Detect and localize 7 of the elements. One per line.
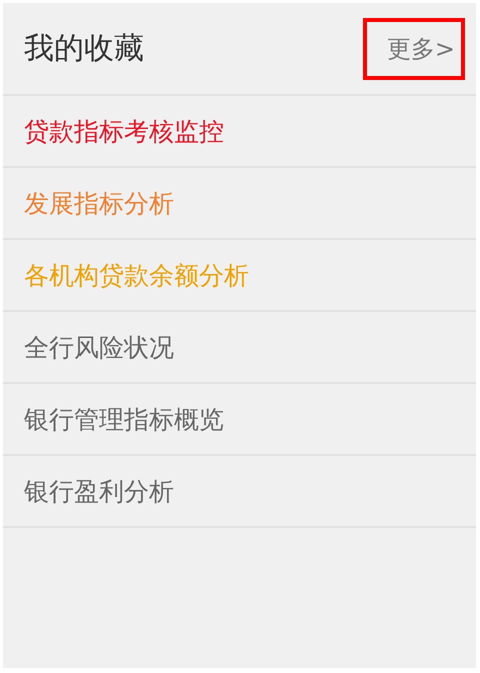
more-link[interactable]: 更多> bbox=[362, 18, 465, 80]
favorite-item[interactable]: 贷款指标考核监控 bbox=[3, 96, 476, 168]
favorite-item[interactable]: 发展指标分析 bbox=[3, 168, 476, 240]
favorite-item[interactable]: 银行盈利分析 bbox=[3, 456, 476, 528]
favorite-item[interactable]: 银行管理指标概览 bbox=[3, 384, 476, 456]
favorite-item[interactable]: 全行风险状况 bbox=[3, 312, 476, 384]
panel-title: 我的收藏 bbox=[24, 30, 144, 68]
